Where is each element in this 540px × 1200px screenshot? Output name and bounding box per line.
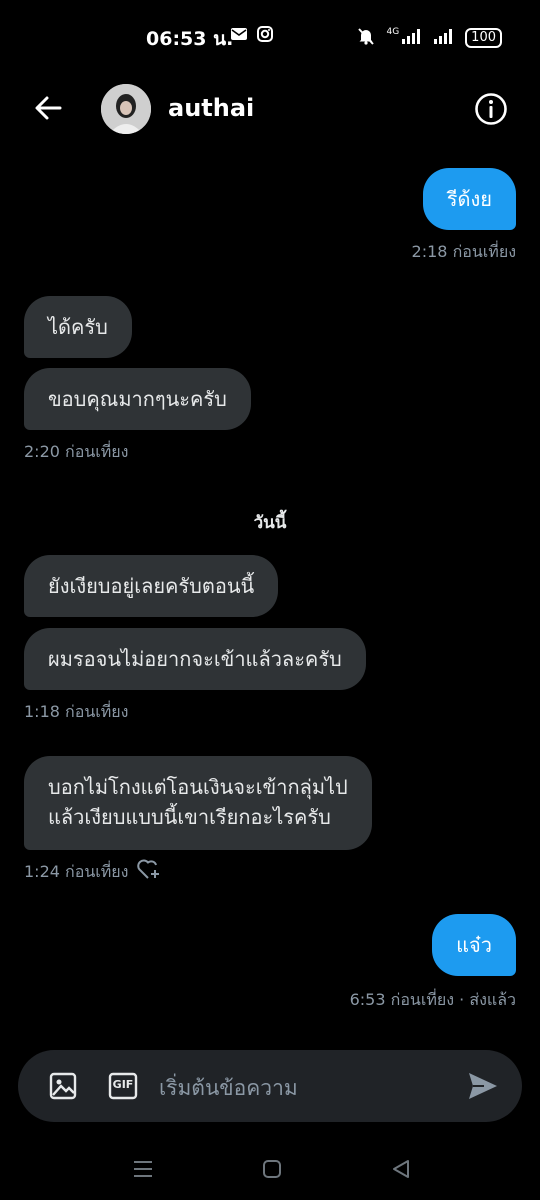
signal-icon (401, 28, 423, 48)
avatar[interactable] (101, 84, 151, 134)
message-text: ยังเงียบอยู่เลยครับตอนนี้ (48, 574, 255, 598)
add-reaction-heart-icon[interactable] (136, 857, 162, 885)
send-icon[interactable] (466, 1069, 500, 1103)
image-icon[interactable] (48, 1071, 78, 1101)
status-bar: 06:53 น. 4G 100 (0, 0, 540, 70)
message-bubble-incoming[interactable]: บอกไม่โกงแต่โอนเงินจะเข้ากลุ่มไป แล้วเงี… (24, 756, 372, 850)
message-bubble-incoming[interactable]: ขอบคุณมากๆนะครับ (24, 368, 251, 430)
message-timestamp: 1:24 ก่อนเที่ยง (24, 862, 129, 881)
conversation-username[interactable]: authai (168, 94, 254, 122)
day-divider: วันนี้ (253, 513, 287, 533)
instagram-icon (257, 26, 273, 46)
message-input[interactable]: เริ่มต้นข้อความ (159, 1072, 298, 1105)
message-text: ได้ครับ (48, 315, 108, 339)
info-icon[interactable] (474, 92, 508, 126)
signal-icon-2 (433, 28, 455, 48)
mute-bell-icon (356, 26, 376, 50)
message-text-line: แล้วเงียบแบบนี้เขาเรียกอะไรครับ (48, 805, 331, 829)
message-text: รีด้งย (446, 187, 492, 211)
system-navigation-bar (0, 1140, 540, 1200)
home-icon[interactable] (257, 1154, 287, 1184)
network-type-label: 4G (386, 27, 400, 37)
back-arrow-icon[interactable] (30, 90, 66, 126)
battery-indicator: 100 (465, 28, 502, 48)
message-timestamp: 2:20 ก่อนเที่ยง (24, 442, 129, 461)
message-bubble-incoming[interactable]: ได้ครับ (24, 296, 132, 358)
message-bubble-incoming[interactable]: ผมรอจนไม่อยากจะเข้าแล้วละครับ (24, 628, 366, 690)
back-nav-icon[interactable] (386, 1154, 416, 1184)
conversation-header: authai (0, 70, 540, 150)
recent-apps-icon[interactable] (128, 1154, 158, 1184)
mail-icon (230, 26, 248, 46)
message-text: ผมรอจนไม่อยากจะเข้าแล้วละครับ (48, 647, 342, 671)
message-timestamp: 2:18 ก่อนเที่ยง (411, 242, 516, 261)
message-timestamp: 1:18 ก่อนเที่ยง (24, 702, 129, 721)
message-bubble-outgoing[interactable]: รีด้งย (422, 168, 516, 230)
message-bubble-incoming[interactable]: ยังเงียบอยู่เลยครับตอนนี้ (24, 555, 279, 617)
message-text: แจ๋ว (456, 933, 492, 957)
gif-icon[interactable]: GIF (108, 1071, 138, 1101)
message-composer: GIF เริ่มต้นข้อความ (18, 1050, 522, 1122)
message-text: ขอบคุณมากๆนะครับ (48, 387, 227, 411)
message-bubble-outgoing[interactable]: แจ๋ว (432, 914, 516, 976)
message-timestamp: 6:53 ก่อนเที่ยง · ส่งแล้ว (349, 990, 516, 1009)
message-text-line: บอกไม่โกงแต่โอนเงินจะเข้ากลุ่มไป (48, 775, 348, 799)
gif-label: GIF (112, 1078, 134, 1091)
status-time: 06:53 น. (146, 28, 234, 50)
